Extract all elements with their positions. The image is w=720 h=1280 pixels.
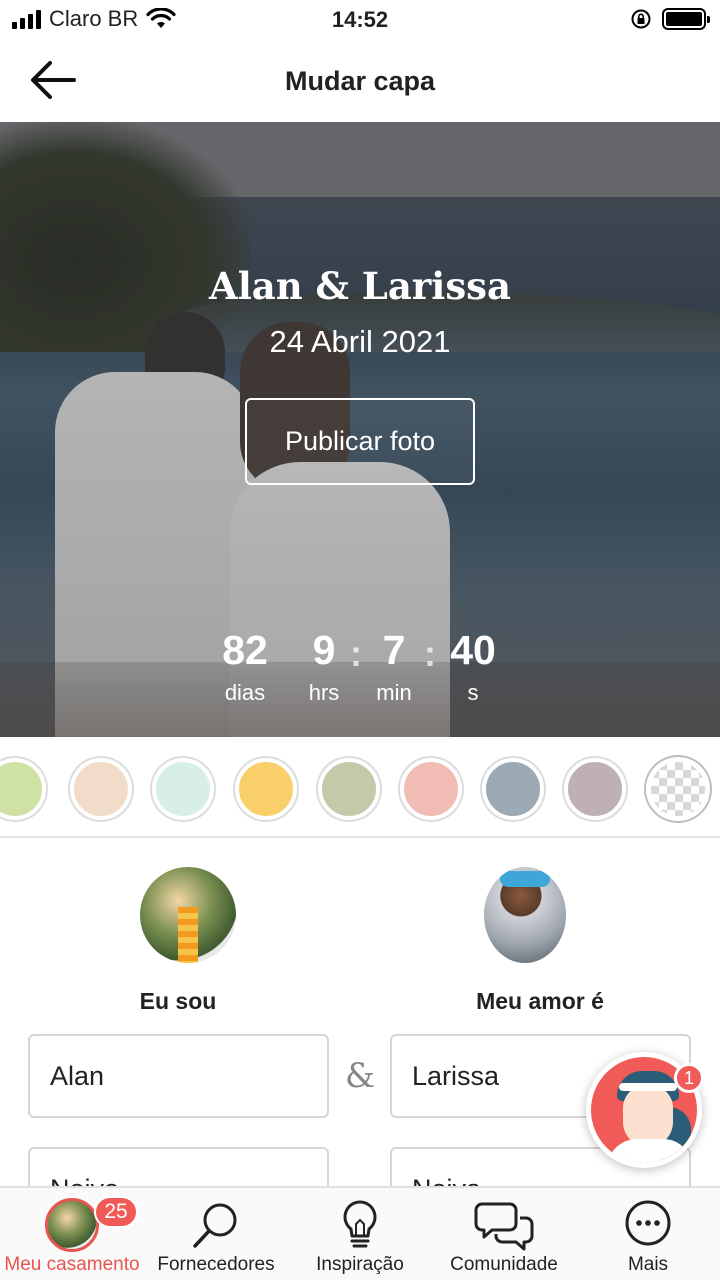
publish-photo-button[interactable]: Publicar foto [245,398,475,485]
countdown-seconds-label: s [467,680,479,705]
lightbulb-icon [343,1200,377,1248]
tab-inspiracao[interactable]: Inspiração [288,1188,432,1280]
tab-fornecedores[interactable]: Fornecedores [144,1188,288,1280]
me-label: Eu sou [139,988,217,1014]
tab-label: Comunidade [450,1254,558,1275]
color-swatch[interactable] [152,758,214,820]
bottom-tab-bar: 25 Meu casamento Fornecedores Inspiração… [0,1186,720,1280]
countdown-minutes-value: 7 [382,627,406,673]
more-icon [625,1200,671,1246]
search-icon [193,1203,237,1248]
chat-bubbles-icon [474,1202,534,1251]
tab-label: Fornecedores [157,1254,275,1275]
ampersand: & [344,1056,376,1096]
tab-label: Meu casamento [4,1254,140,1275]
tab-comunidade[interactable]: Comunidade [432,1188,576,1280]
tab-mais[interactable]: Mais [576,1188,720,1280]
tab-label: Inspiração [316,1254,404,1275]
rotation-lock-icon [631,9,651,29]
couple-names: Alan & Larissa [209,264,511,308]
countdown-minutes-label: min [376,680,412,705]
countdown-minutes: 7 min [366,627,422,706]
countdown-days-label: dias [224,680,266,705]
color-picker-row [0,740,720,838]
wedding-date: 24 Abril 2021 [269,324,451,359]
status-right [630,8,710,30]
status-bar: Claro BR 14:52 [0,0,720,40]
page-title: Mudar capa [284,66,436,96]
color-swatch[interactable] [400,758,462,820]
countdown-separator: : [350,633,362,674]
assistant-headband [619,1083,677,1091]
my-avatar[interactable] [140,867,236,963]
avatar-icon [45,1198,99,1252]
countdown-separator: : [424,633,436,674]
cover-photo[interactable]: Alan & Larissa 24 Abril 2021 Publicar fo… [0,122,720,737]
tab-badge: 25 [94,1196,138,1228]
partner-label: Meu amor é [476,988,604,1014]
color-swatch[interactable] [318,758,380,820]
color-swatch[interactable] [482,758,544,820]
color-swatch[interactable] [0,758,46,820]
status-time: 14:52 [331,7,389,32]
color-swatch[interactable] [564,758,626,820]
my-name-input[interactable]: Alan [28,1034,329,1118]
countdown-seconds: 40 s [440,627,506,706]
transparent-swatch[interactable] [646,757,710,821]
chat-badge: 1 [674,1063,704,1093]
countdown-hours: 9 hrs [298,627,350,706]
battery-icon [662,8,710,30]
color-swatch[interactable] [70,758,132,820]
color-swatch[interactable] [235,758,297,820]
assistant-face [623,1085,673,1147]
countdown-hours-label: hrs [308,680,340,705]
countdown-hours-value: 9 [312,627,336,673]
tab-meu-casamento[interactable]: 25 Meu casamento [0,1188,144,1280]
countdown-days: 82 dias [212,627,278,706]
app-header: Mudar capa [0,40,720,122]
partner-avatar[interactable] [484,867,566,963]
countdown-days-value: 82 [222,627,268,673]
tab-label: Mais [627,1254,669,1275]
countdown-seconds-value: 40 [450,627,496,673]
